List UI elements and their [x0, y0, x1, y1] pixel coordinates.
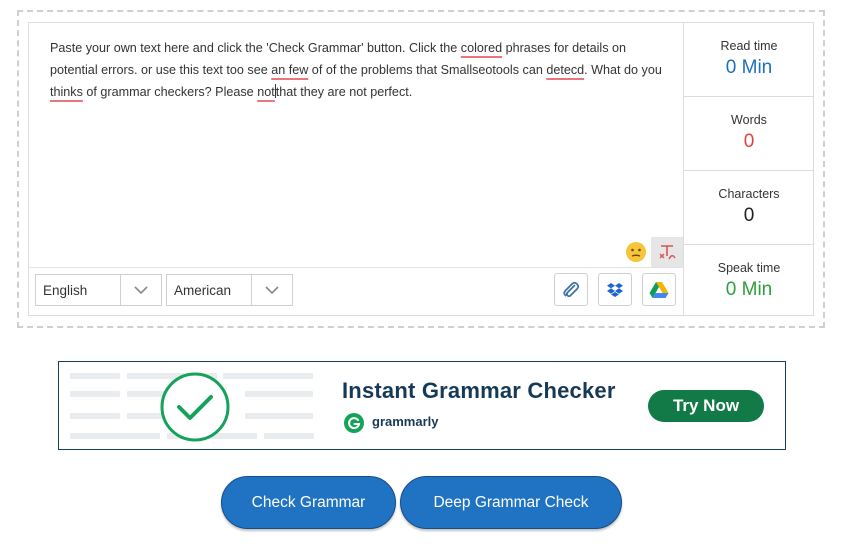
text-segment: Paste your own text here and click the '…	[50, 41, 461, 55]
characters-value: 0	[743, 205, 755, 226]
flagged-phrase[interactable]: detecd	[546, 63, 584, 77]
checkmark-icon	[160, 372, 230, 442]
read-time-stat: Read time 0 Min	[684, 23, 814, 97]
chevron-down-icon	[134, 286, 148, 295]
paperclip-icon	[563, 281, 580, 297]
chevron-down-icon	[265, 286, 279, 295]
ad-brand-name: grammarly	[372, 414, 439, 429]
words-label: Words	[731, 113, 767, 127]
dropbox-icon	[607, 282, 623, 297]
words-stat: Words 0	[684, 97, 814, 171]
speak-time-value: 0 Min	[725, 279, 773, 300]
try-now-button[interactable]: Try Now	[648, 390, 764, 422]
characters-stat: Characters 0	[684, 171, 814, 245]
read-time-value: 0 Min	[725, 57, 773, 78]
text-segment: that they are not perfect.	[275, 85, 413, 99]
variant-select-value: American	[174, 283, 232, 298]
flagged-phrase[interactable]: an few	[271, 63, 308, 77]
words-value: 0	[743, 131, 755, 152]
language-select-value: English	[43, 283, 88, 298]
spellcheck-toggle[interactable]	[651, 237, 683, 267]
variant-select[interactable]: American	[166, 274, 293, 306]
spellcheck-icon	[659, 245, 676, 260]
ad-title: Instant Grammar Checker	[342, 378, 616, 403]
dropbox-button[interactable]	[598, 273, 632, 306]
read-time-label: Read time	[720, 39, 778, 53]
check-grammar-button[interactable]: Check Grammar	[221, 476, 396, 529]
text-input-area[interactable]: Paste your own text here and click the '…	[29, 23, 683, 267]
google-drive-icon	[649, 281, 669, 298]
speak-time-label: Speak time	[717, 261, 781, 275]
flagged-phrase[interactable]: not	[257, 85, 275, 99]
flagged-phrase[interactable]: thinks	[50, 85, 83, 99]
emoji-icon[interactable]	[625, 241, 647, 263]
speak-time-stat: Speak time 0 Min	[684, 245, 814, 319]
stats-panel: Read time 0 Min Words 0 Characters 0 Spe…	[683, 23, 814, 316]
google-drive-button[interactable]	[642, 273, 676, 306]
grammarly-logo-icon	[344, 413, 364, 433]
grammar-editor: Paste your own text here and click the '…	[28, 22, 814, 316]
grammarly-ad-banner[interactable]: Instant Grammar Checker grammarly Try No…	[58, 361, 786, 450]
text-segment: of of the problems that Smallseotools ca…	[308, 63, 547, 77]
text-segment: . What do you	[584, 63, 662, 77]
upload-file-button[interactable]	[554, 273, 588, 306]
characters-label: Characters	[718, 187, 780, 201]
text-segment: of grammar checkers? Please	[82, 85, 258, 99]
deep-grammar-check-button[interactable]: Deep Grammar Check	[400, 476, 622, 529]
language-select[interactable]: English	[35, 274, 162, 306]
editor-toolbar: English American	[29, 267, 683, 316]
flagged-phrase[interactable]: colored	[461, 41, 502, 55]
